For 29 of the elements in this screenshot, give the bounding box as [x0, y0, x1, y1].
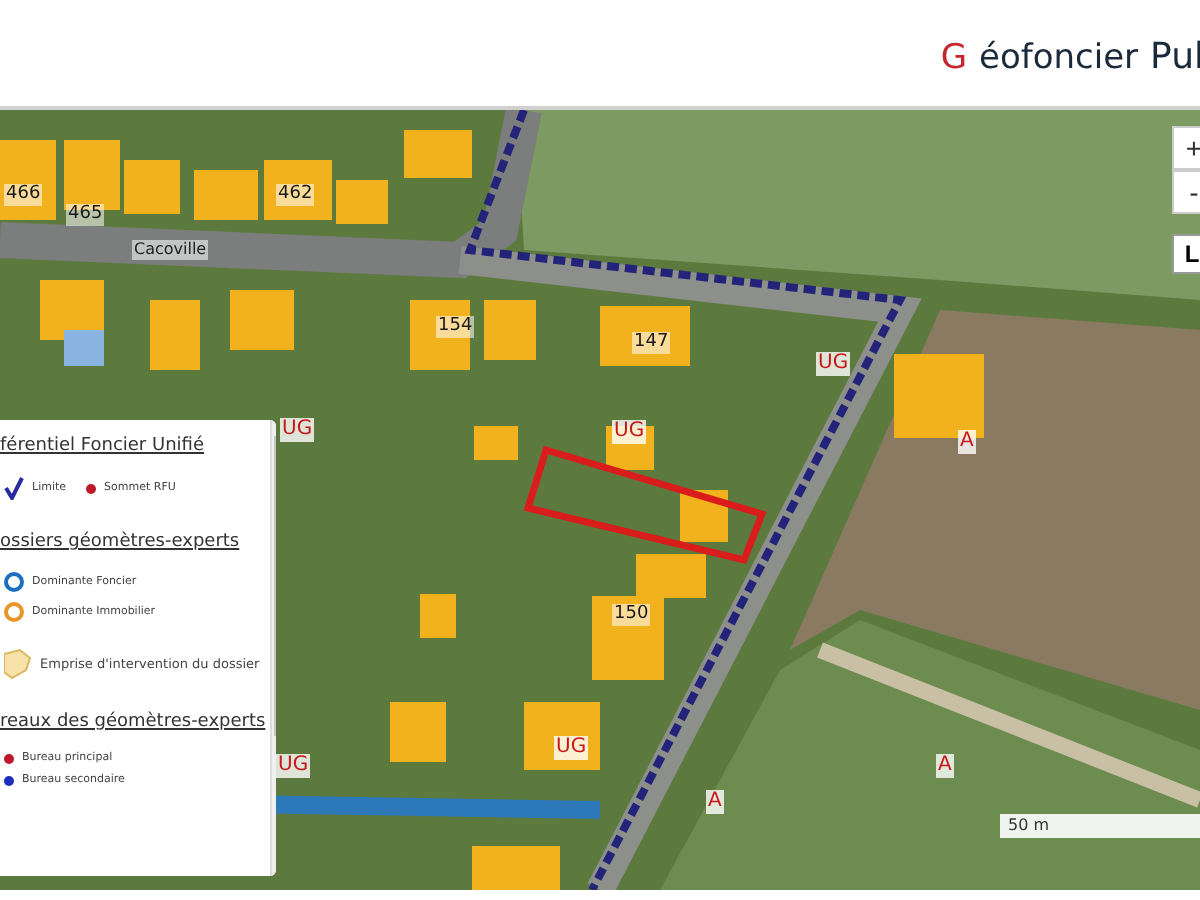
parcel-number: 150 — [612, 604, 651, 626]
logo-initial: G — [940, 38, 967, 78]
zone-label: UG — [276, 754, 311, 778]
logo-text: éofoncier — [979, 38, 1139, 78]
zoom-out-button[interactable]: - — [1172, 170, 1200, 214]
legend-heading: ossiers géomètres-experts — [0, 532, 242, 552]
app-title: Pul — [1150, 36, 1200, 78]
zone-label: A — [706, 790, 724, 814]
zone-label: A — [936, 754, 954, 778]
zone-label: UG — [612, 420, 647, 444]
zone-label: UG — [280, 418, 315, 442]
layers-button[interactable]: L — [1172, 234, 1200, 274]
zone-label: A — [958, 430, 976, 454]
zoom-in-button[interactable]: + — [1172, 126, 1200, 170]
scale-bar: 50 m — [1000, 814, 1200, 838]
zone-label: UG — [816, 352, 851, 376]
parcel-number: 154 — [436, 316, 475, 338]
legend-heading: reaux des géomètres-experts — [0, 712, 266, 732]
tick-line-icon — [4, 476, 24, 500]
legend-heading: férentiel Foncier Unifié — [0, 436, 206, 456]
pool-shape — [64, 330, 104, 366]
parcel-number: 465 — [66, 204, 105, 226]
street-label: Cacoville — [132, 240, 209, 260]
parcel-number: 462 — [276, 184, 315, 206]
parcel-number: 147 — [632, 332, 671, 354]
scrollbar[interactable] — [269, 420, 276, 876]
area-shape-icon — [4, 648, 32, 680]
zone-label: UG — [554, 736, 589, 760]
parcel-number: 466 — [4, 184, 43, 206]
